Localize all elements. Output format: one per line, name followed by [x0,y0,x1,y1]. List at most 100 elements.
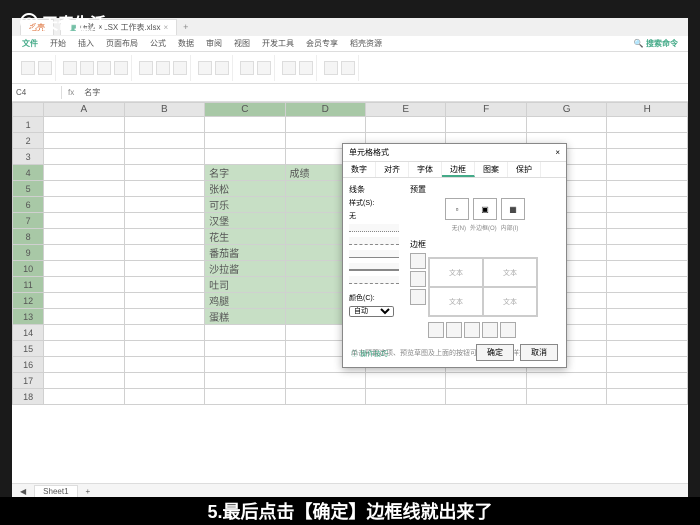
menu-data[interactable]: 数据 [178,38,194,49]
line-style-option[interactable] [349,224,399,232]
border-bot-button[interactable] [410,289,426,305]
cancel-button[interactable]: 取消 [520,344,558,361]
close-icon[interactable]: × [163,23,168,32]
row-header[interactable]: 18 [13,389,44,405]
cell[interactable]: 张松 [205,181,285,197]
border-diag2-button[interactable] [500,322,516,338]
border-mid-button[interactable] [410,271,426,287]
sum-button[interactable] [324,61,338,75]
row-header[interactable]: 10 [13,261,44,277]
row-header[interactable]: 14 [13,325,44,341]
col-header[interactable]: A [44,103,124,117]
dialog-tab-border[interactable]: 边框 [442,162,475,177]
row-header[interactable]: 17 [13,373,44,389]
col-header[interactable]: D [285,103,365,117]
cell[interactable]: 汉堡 [205,213,285,229]
row-header[interactable]: 3 [13,149,44,165]
menu-formula[interactable]: 公式 [150,38,166,49]
fill-button[interactable] [341,61,355,75]
sort-button[interactable] [282,61,296,75]
align-left-button[interactable] [139,61,153,75]
style-none[interactable]: 无 [349,211,404,221]
color-select[interactable]: 自动 [349,306,394,317]
menu-view[interactable]: 视图 [234,38,250,49]
format-button[interactable] [240,61,254,75]
row-header[interactable]: 6 [13,197,44,213]
col-header[interactable]: H [607,103,688,117]
dialog-close-icon[interactable]: × [555,148,560,157]
col-header[interactable]: E [366,103,446,117]
menu-review[interactable]: 审阅 [206,38,222,49]
row-header[interactable]: 15 [13,341,44,357]
dialog-tab-pattern[interactable]: 图案 [475,162,508,177]
border-left-button[interactable] [446,322,462,338]
row-header[interactable]: 2 [13,133,44,149]
line-style-option[interactable] [349,263,399,271]
cell[interactable]: 花生 [205,229,285,245]
dialog-tab-font[interactable]: 字体 [409,162,442,177]
paste-button[interactable] [21,61,35,75]
cell[interactable]: 蛋糕 [205,309,285,325]
menu-vip[interactable]: 会员专享 [306,38,338,49]
line-style-option[interactable] [349,276,399,284]
col-header[interactable]: G [526,103,606,117]
filter-button[interactable] [299,61,313,75]
cell[interactable]: 鸡腿 [205,293,285,309]
cell[interactable]: 番茄酱 [205,245,285,261]
font-button[interactable] [63,61,77,75]
border-vmid-button[interactable] [464,322,480,338]
col-header[interactable]: F [446,103,526,117]
dialog-tab-protect[interactable]: 保护 [508,162,541,177]
border-right-button[interactable] [482,322,498,338]
name-box[interactable]: C4 [12,86,62,99]
row-header[interactable]: 7 [13,213,44,229]
line-style-option[interactable] [349,237,399,245]
menu-dev[interactable]: 开发工具 [262,38,294,49]
align-center-button[interactable] [156,61,170,75]
col-header[interactable]: C [205,103,285,117]
align-right-button[interactable] [173,61,187,75]
dialog-tab-number[interactable]: 数字 [343,162,376,177]
row-header[interactable]: 4 [13,165,44,181]
select-all-corner[interactable] [13,103,44,117]
formula-input[interactable]: 名字 [80,85,104,100]
cell[interactable]: 名字 [205,165,285,181]
wrap-button[interactable] [215,61,229,75]
row-header[interactable]: 9 [13,245,44,261]
tips-link[interactable]: ⓘ 操作技巧 [351,349,388,359]
cell[interactable]: 沙拉酱 [205,261,285,277]
row-header[interactable]: 8 [13,229,44,245]
preset-outline[interactable]: ▣ [473,198,497,220]
row-header[interactable]: 1 [13,117,44,133]
add-sheet-button[interactable]: + [86,487,91,496]
bold-button[interactable] [80,61,94,75]
row-header[interactable]: 12 [13,293,44,309]
menu-layout[interactable]: 页面布局 [106,38,138,49]
search-box[interactable]: 🔍 搜索命令 [634,38,678,49]
fx-icon[interactable]: fx [62,86,80,99]
number-button[interactable] [257,61,271,75]
row-header[interactable]: 13 [13,309,44,325]
italic-button[interactable] [97,61,111,75]
merge-button[interactable] [198,61,212,75]
row-header[interactable]: 16 [13,357,44,373]
menu-home[interactable]: 开始 [50,38,66,49]
cell[interactable]: 可乐 [205,197,285,213]
dialog-tab-align[interactable]: 对齐 [376,162,409,177]
cell[interactable]: 吐司 [205,277,285,293]
underline-button[interactable] [114,61,128,75]
border-diag1-button[interactable] [428,322,444,338]
menu-daoke[interactable]: 稻壳资源 [350,38,382,49]
cut-button[interactable] [38,61,52,75]
menu-file[interactable]: 文件 [22,38,38,49]
add-tab-button[interactable]: + [183,22,188,32]
ok-button[interactable]: 确定 [476,344,514,361]
sheet-nav-icon[interactable]: ◀ [20,487,26,496]
row-header[interactable]: 5 [13,181,44,197]
line-style-option[interactable] [349,250,399,258]
row-header[interactable]: 11 [13,277,44,293]
border-top-button[interactable] [410,253,426,269]
preset-inside[interactable]: ▦ [501,198,525,220]
preset-none[interactable]: ▫ [445,198,469,220]
menu-insert[interactable]: 插入 [78,38,94,49]
